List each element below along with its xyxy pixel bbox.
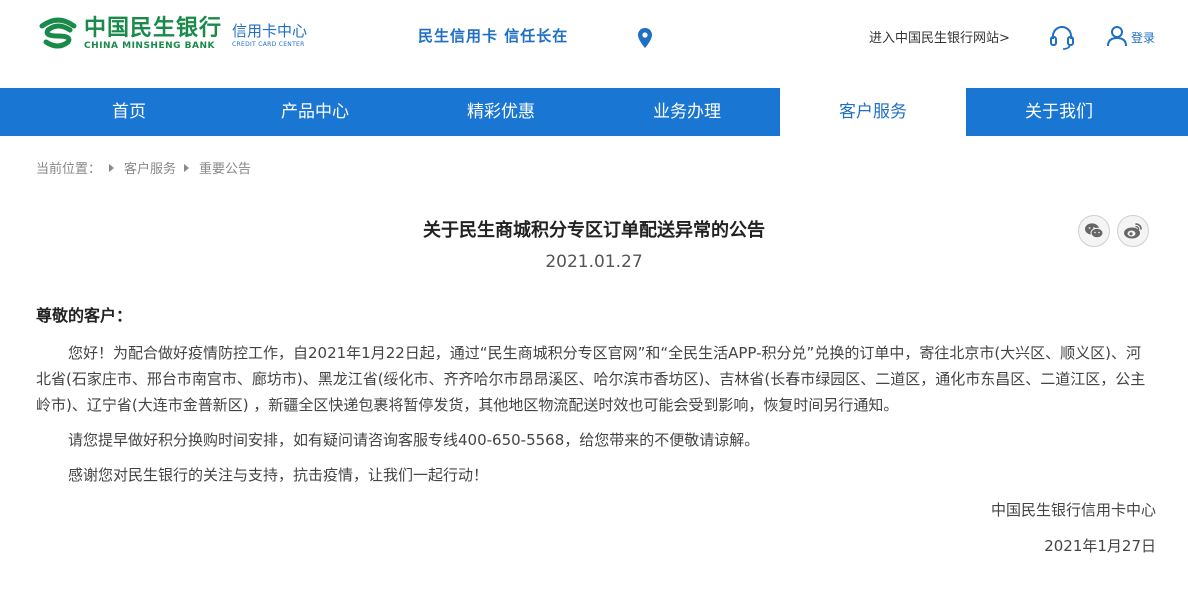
paragraph-notice: 您好！为配合做好疫情防控工作，自2021年1月22日起，通过“民生商城积分专区官… [36, 344, 1146, 414]
breadcrumb: 当前位置： 客户服务 重要公告 [36, 158, 251, 177]
paragraph-hotline: 请您提早做好积分换购时间安排，如有疑问请咨询客服专线400-650-5568，给… [68, 431, 760, 449]
nav-item-about-us[interactable]: 关于我们 [966, 88, 1152, 136]
site-header: 中国民生银行 CHINA MINSHENG BANK 信用卡中心 CREDIT … [0, 0, 1188, 88]
share-weibo-button[interactable] [1117, 215, 1149, 247]
article-title: 关于民生商城积分专区订单配送异常的公告 [423, 220, 765, 241]
paragraph-thanks: 感谢您对民生银行的关注与支持，抗击疫情，让我们一起行动！ [68, 466, 489, 484]
login-link[interactable]: 登录 [1131, 29, 1155, 46]
minsheng-logo-icon [39, 17, 77, 49]
breadcrumb-arrow-icon [109, 163, 115, 172]
user-icon[interactable] [1107, 25, 1127, 47]
logo-english-name: CHINA MINSHENG BANK [84, 40, 215, 51]
signature-date: 2021年1月27日 [1044, 537, 1156, 555]
greeting: 尊敬的客户： [36, 306, 133, 325]
share-wechat-button[interactable] [1078, 215, 1110, 247]
weibo-icon [1124, 223, 1142, 239]
main-nav: 首页 产品中心 精彩优惠 业务办理 客户服务 关于我们 [0, 88, 1188, 136]
logo-subtitle-english: CREDIT CARD CENTER [232, 40, 305, 48]
bank-logo[interactable]: 中国民生银行 CHINA MINSHENG BANK 信用卡中心 CREDIT … [36, 16, 307, 52]
breadcrumb-customer-service[interactable]: 客户服务 [124, 158, 176, 177]
nav-item-products[interactable]: 产品中心 [222, 88, 408, 136]
breadcrumb-announcements[interactable]: 重要公告 [199, 158, 251, 177]
visit-main-site-link[interactable]: 进入中国民生银行网站> [869, 27, 1010, 46]
breadcrumb-prefix: 当前位置： [36, 162, 102, 177]
nav-item-offers[interactable]: 精彩优惠 [408, 88, 594, 136]
slogan: 民生信用卡 信任长在 [418, 27, 569, 45]
breadcrumb-arrow-icon [184, 163, 190, 172]
nav-item-services-handling[interactable]: 业务办理 [594, 88, 780, 136]
logo-subtitle: 信用卡中心 [232, 21, 308, 40]
headset-icon[interactable] [1049, 24, 1075, 50]
logo-chinese-name: 中国民生银行 [84, 15, 223, 41]
signature: 中国民生银行信用卡中心 [990, 501, 1156, 519]
wechat-icon [1085, 223, 1104, 239]
location-pin-icon[interactable] [638, 28, 652, 48]
article-date: 2021.01.27 [545, 252, 643, 272]
nav-item-home[interactable]: 首页 [36, 88, 222, 136]
nav-item-customer-service[interactable]: 客户服务 [780, 88, 966, 136]
